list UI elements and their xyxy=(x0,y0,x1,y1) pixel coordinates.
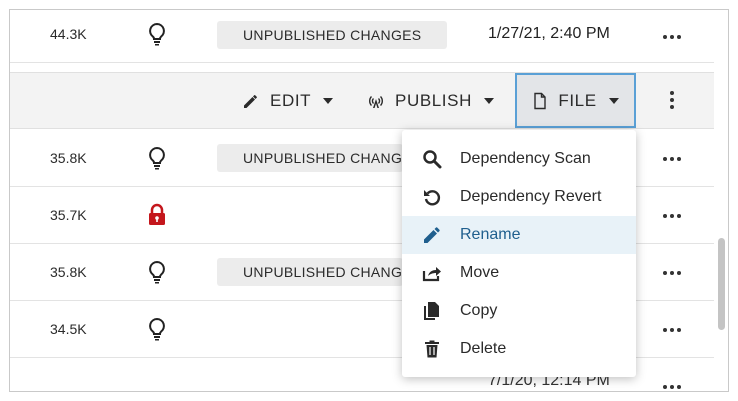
revert-icon xyxy=(424,190,441,206)
search-icon xyxy=(423,150,442,169)
file-size: 35.8K xyxy=(50,150,87,166)
menu-item-label: Rename xyxy=(460,226,521,243)
pencil-icon xyxy=(244,94,257,108)
lightbulb-icon xyxy=(146,130,168,186)
file-label: FILE xyxy=(558,90,597,110)
menu-item-dependency-revert[interactable]: Dependency Revert xyxy=(402,178,636,216)
document-icon xyxy=(534,92,547,109)
menu-item-label: Dependency Revert xyxy=(460,188,602,205)
file-size: 44.3K xyxy=(50,26,87,42)
row-actions-button[interactable] xyxy=(663,271,681,275)
chevron-down-icon xyxy=(608,97,619,104)
menu-item-delete[interactable]: Delete xyxy=(402,330,636,368)
row-actions-button[interactable] xyxy=(663,214,681,218)
scrollbar-thumb[interactable] xyxy=(718,238,725,330)
row-actions-button[interactable] xyxy=(663,35,681,39)
menu-item-copy[interactable]: Copy xyxy=(402,292,636,330)
modified-date: 1/27/21, 2:40 PM xyxy=(488,25,610,42)
edit-label: EDIT xyxy=(270,90,312,110)
menu-item-label: Copy xyxy=(460,302,498,319)
edit-button[interactable]: EDIT xyxy=(242,73,334,128)
pencil-icon xyxy=(424,227,440,243)
menu-item-dependency-scan[interactable]: Dependency Scan xyxy=(402,140,636,178)
menu-item-label: Delete xyxy=(460,340,507,357)
lightbulb-icon xyxy=(146,301,168,357)
status-badge: UNPUBLISHED CHANGES xyxy=(217,21,448,49)
status-badge: UNPUBLISHED CHANGES xyxy=(217,144,403,172)
chevron-down-icon xyxy=(483,97,494,104)
file-button[interactable]: FILE xyxy=(515,73,636,128)
row-actions-button[interactable] xyxy=(663,157,681,161)
file-dropdown-menu: Dependency Scan Dependency Revert Rename… xyxy=(402,130,636,377)
row-actions-button[interactable] xyxy=(663,328,681,332)
row-action-toolbar: EDIT PUBLISH FILE xyxy=(10,72,714,129)
broadcast-icon xyxy=(369,95,383,108)
move-icon xyxy=(422,267,441,282)
file-size: 35.7K xyxy=(50,207,87,223)
row-actions-button[interactable] xyxy=(663,385,681,389)
lightbulb-icon xyxy=(146,244,168,300)
more-options-icon[interactable] xyxy=(670,91,674,109)
menu-item-move[interactable]: Move xyxy=(402,254,636,292)
lock-icon xyxy=(146,187,168,243)
lightbulb-icon xyxy=(146,10,168,62)
publish-button[interactable]: PUBLISH xyxy=(367,73,494,128)
trash-icon xyxy=(425,340,439,358)
table-row[interactable]: 44.3K UNPUBLISHED CHANGES 1/27/21, 2:40 … xyxy=(10,10,714,63)
file-size: 34.5K xyxy=(50,321,87,337)
copy-icon xyxy=(424,302,439,320)
chevron-down-icon xyxy=(323,97,334,104)
status-badge: UNPUBLISHED CHANGES xyxy=(217,258,403,286)
file-size: 35.8K xyxy=(50,264,87,280)
menu-item-label: Dependency Scan xyxy=(460,150,591,167)
menu-item-label: Move xyxy=(460,264,500,281)
menu-item-rename[interactable]: Rename xyxy=(402,216,636,254)
publish-label: PUBLISH xyxy=(395,90,472,110)
